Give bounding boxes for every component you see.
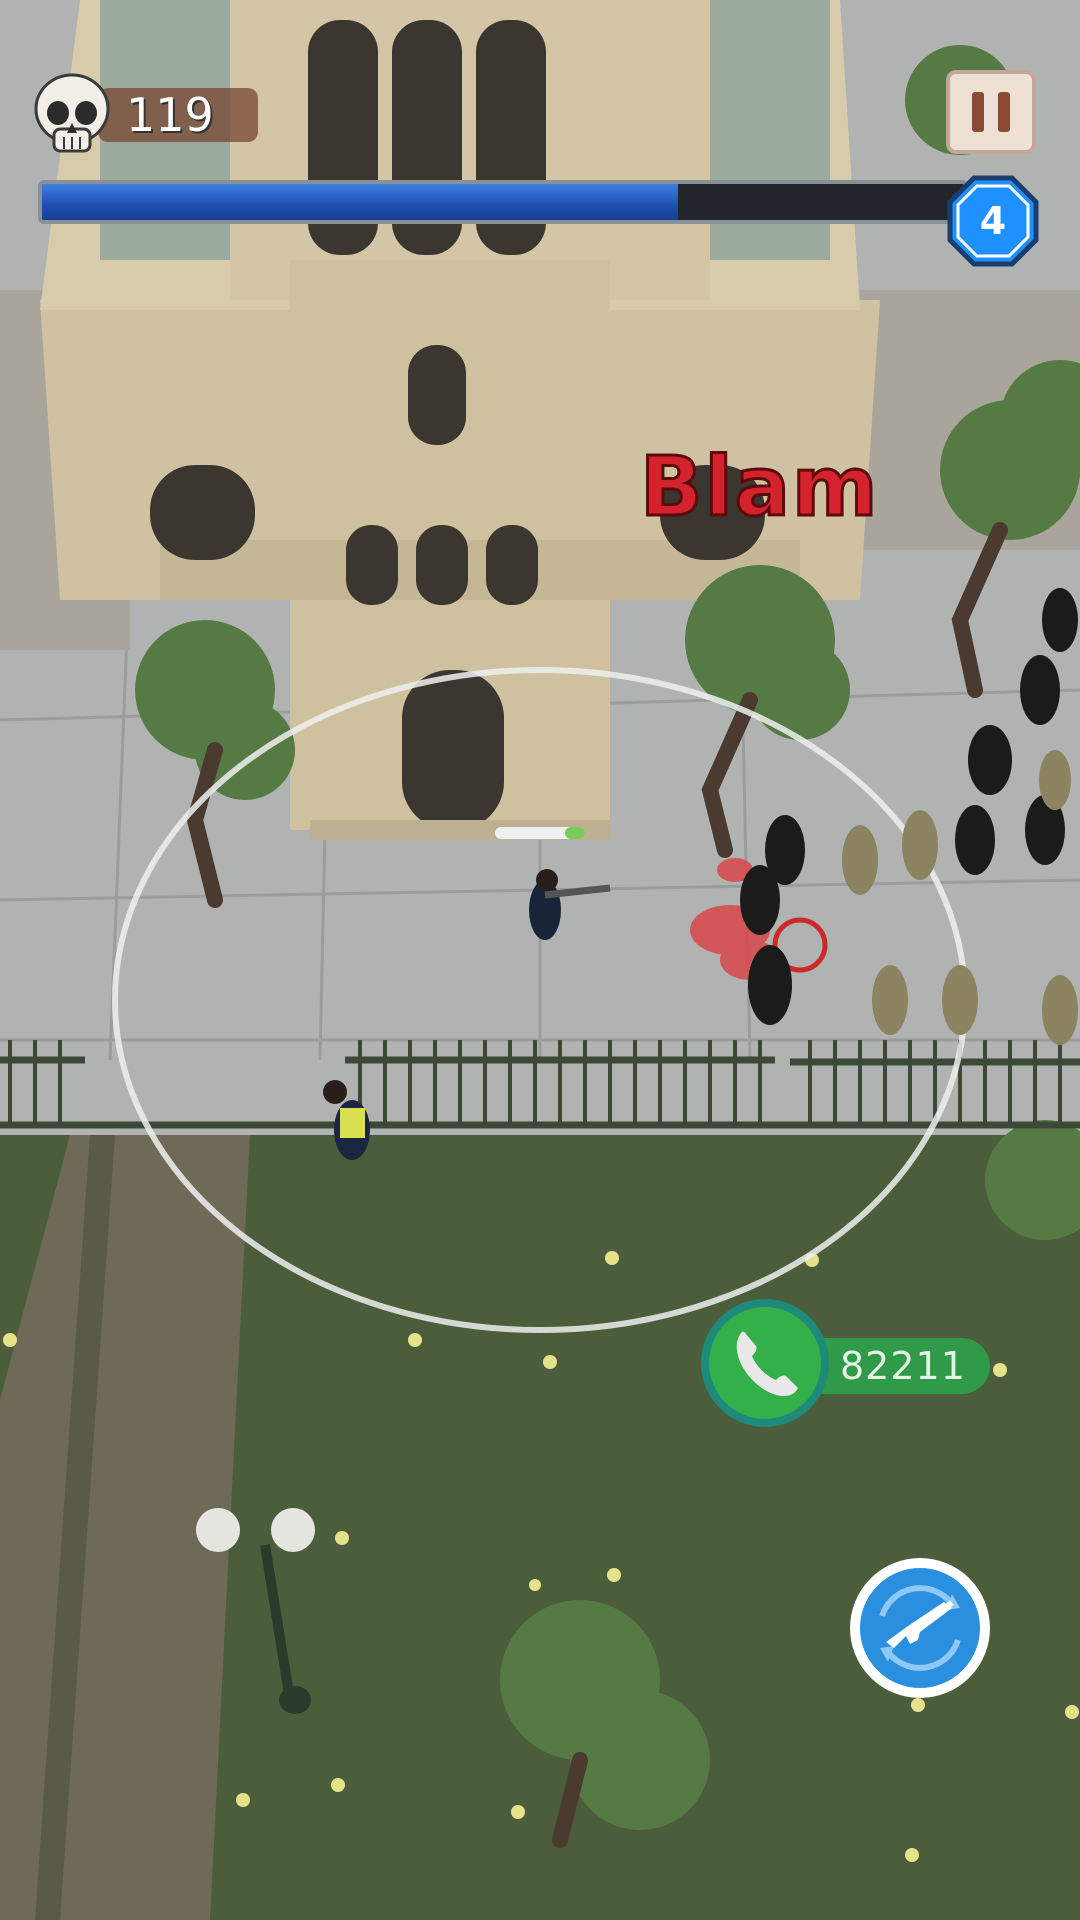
level-number: 4 <box>979 199 1007 243</box>
level-progress-bar <box>38 180 968 224</box>
call-widget[interactable]: 82211 <box>700 1298 1000 1428</box>
kill-count: 119 <box>126 88 214 142</box>
kill-counter: 119 <box>28 70 258 160</box>
weapon-swap-button[interactable] <box>848 1556 992 1700</box>
combat-text: Blam <box>638 439 880 537</box>
call-amount: 82211 <box>840 1344 966 1388</box>
pause-button[interactable] <box>946 70 1036 154</box>
pause-icon-bar-left <box>972 92 984 132</box>
phone-icon[interactable] <box>700 1298 830 1428</box>
level-badge: 4 <box>946 174 1040 268</box>
pause-icon-bar-right <box>998 92 1010 132</box>
level-progress-fill <box>42 184 679 220</box>
skull-icon <box>34 73 110 153</box>
